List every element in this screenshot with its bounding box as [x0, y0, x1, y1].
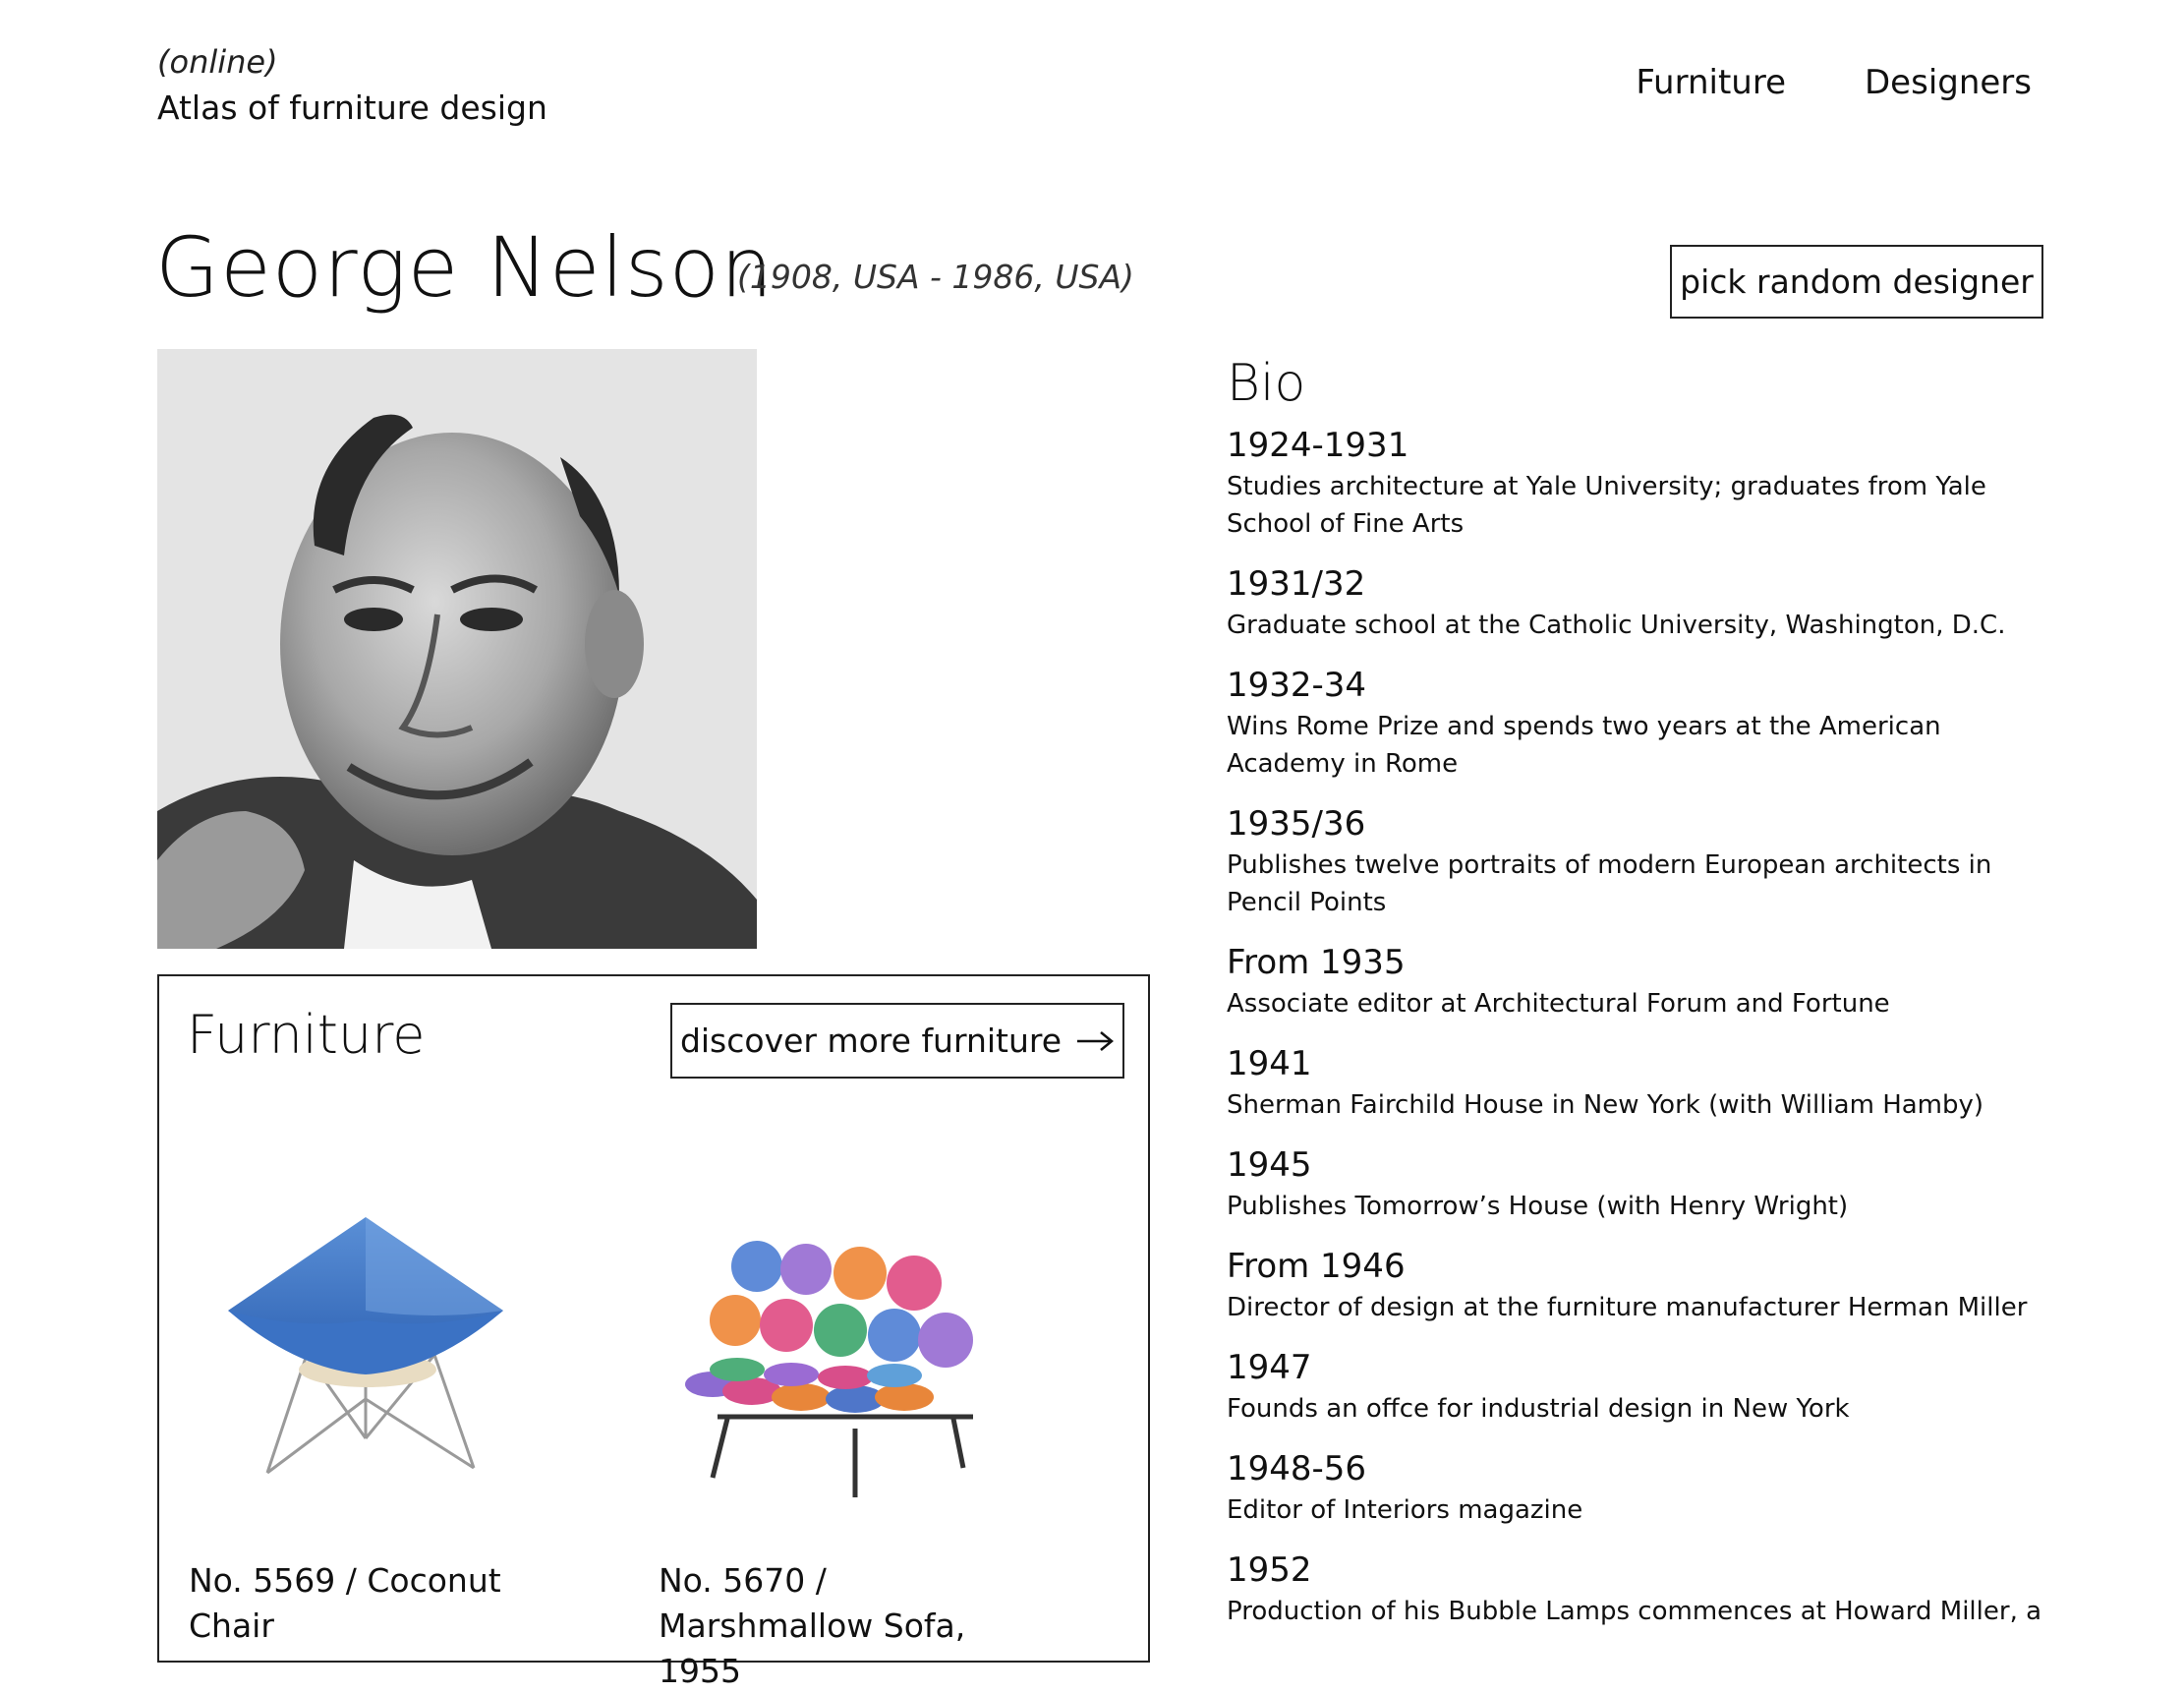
discover-more-furniture-button[interactable]: discover more furniture	[670, 1003, 1124, 1079]
designer-portrait	[157, 349, 757, 949]
nav-item-furniture[interactable]: Furniture	[1636, 63, 1786, 102]
coconut-chair-image	[228, 1217, 503, 1475]
bio-entry-text: Editor of Interiors magazine	[1227, 1495, 1583, 1525]
bio-entry: 1924-1931 Studies architecture at Yale Un…	[1227, 425, 2052, 543]
main-nav: Furniture Designers	[1636, 63, 2032, 102]
bio-entry-year: 1941	[1227, 1044, 1312, 1083]
designer-dates: (1908, USA - 1986, USA)	[737, 258, 1134, 296]
bio-entry-text: Studies architecture at Yale University;…	[1227, 472, 1986, 539]
bio-entry-text: Associate editor at Architectural Forum …	[1227, 989, 1890, 1019]
bio-entry: 1947 Founds an offce for industrial desig…	[1227, 1347, 2052, 1428]
bio-list: 1924-1931 Studies architecture at Yale Un…	[1227, 425, 2052, 1630]
furniture-section: Furniture discover more furniture No. 55…	[157, 974, 1150, 1690]
bio-entry: 1935/36 Publishes twelve portraits of mod…	[1227, 803, 2052, 921]
portrait-image	[157, 349, 757, 949]
designer-name: George Nelson	[155, 219, 775, 316]
discover-more-furniture-label: discover more furniture	[679, 1022, 1063, 1060]
bio-entry: 1941 Sherman Fairchild House in New York …	[1227, 1043, 2052, 1124]
bio-entry-text: Publishes Tomorrow’s House (with Henry W…	[1227, 1192, 1849, 1221]
pick-random-designer-button[interactable]: pick random designer	[1670, 245, 2043, 319]
bio-entry: 1948-56 Editor of Interiors magazine	[1227, 1448, 2052, 1529]
bio-entry-text: Production of his Bubble Lamps commences…	[1227, 1597, 2042, 1626]
bio-entry: From 1935 Associate editor at Architectur…	[1227, 942, 2052, 1022]
bio-entry-year: 1948-56	[1227, 1449, 1367, 1489]
site-logo-link[interactable]: (online) Atlas of furniture design	[157, 43, 547, 130]
bio-entry-text: Graduate school at the Catholic Universi…	[1227, 611, 2006, 640]
bio-entry-text: Founds an offce for industrial design in…	[1227, 1394, 1850, 1424]
marshmallow-sofa-image	[685, 1241, 973, 1497]
bio-entry: 1952 Production of his Bubble Lamps comme…	[1227, 1549, 2052, 1630]
bio-entry-year: 1924-1931	[1227, 426, 1409, 465]
bio-entry: 1932-34 Wins Rome Prize and spends two ye…	[1227, 665, 2052, 783]
bio-entry-year: 1931/32	[1227, 564, 1366, 604]
bio-entry-text: Publishes twelve portraits of modern Eur…	[1227, 850, 1992, 917]
arrow-right-icon	[1077, 1030, 1115, 1051]
bio-entry-year: From 1935	[1227, 943, 1406, 982]
site-title: Atlas of furniture design	[157, 88, 547, 127]
bio-entry-year: From 1946	[1227, 1247, 1406, 1286]
bio-entry-year: 1952	[1227, 1550, 1312, 1590]
furniture-item-marshmallow-sofa[interactable]: No. 5670 / Marshmallow Sofa, 1955	[659, 1173, 1032, 1694]
bio-entry-text: Wins Rome Prize and spends two years at …	[1227, 712, 1941, 779]
bio-section: Bio 1924-1931 Studies architecture at Yal…	[1227, 352, 2052, 1651]
bio-entry-year: 1935/36	[1227, 804, 1366, 844]
bio-entry-text: Sherman Fairchild House in New York (wit…	[1227, 1090, 1984, 1120]
bio-entry-year: 1932-34	[1227, 666, 1367, 705]
site-tag: (online)	[157, 43, 278, 81]
bio-entry-year: 1945	[1227, 1145, 1312, 1185]
furniture-item-caption: No. 5569 / Coconut Chair	[189, 1561, 501, 1645]
furniture-heading: Furniture	[187, 1004, 426, 1066]
bio-entry: From 1946 Director of design at the furni…	[1227, 1246, 2052, 1326]
bio-entry-text: Director of design at the furniture manu…	[1227, 1293, 2028, 1322]
bio-heading: Bio	[1227, 354, 1306, 413]
furniture-item-coconut-chair[interactable]: No. 5569 / Coconut Chair	[189, 1173, 562, 1649]
bio-entry-year: 1947	[1227, 1348, 1312, 1387]
bio-entry: 1945 Publishes Tomorrow’s House (with Hen…	[1227, 1144, 2052, 1225]
furniture-item-caption: No. 5670 / Marshmallow Sofa, 1955	[659, 1561, 966, 1690]
nav-item-designers[interactable]: Designers	[1865, 63, 2032, 102]
bio-entry: 1931/32 Graduate school at the Catholic U…	[1227, 563, 2052, 644]
